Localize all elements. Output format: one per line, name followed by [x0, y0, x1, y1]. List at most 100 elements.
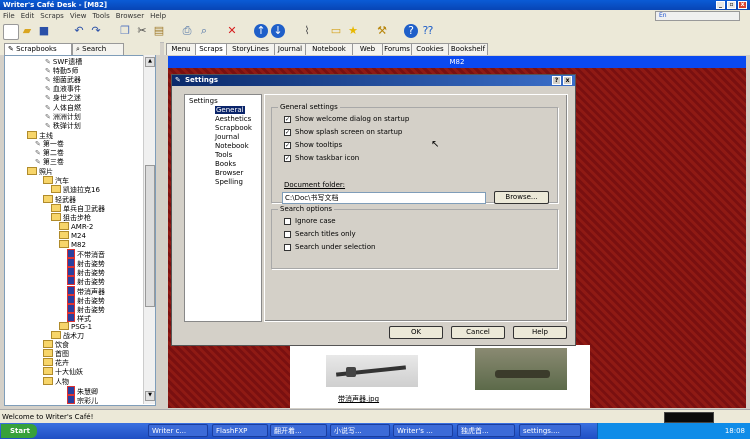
- settings-tree-item[interactable]: Settings: [189, 97, 218, 105]
- tree-item[interactable]: ✎ SWF遗槽: [45, 58, 82, 66]
- minimize-button[interactable]: _: [716, 1, 725, 9]
- copy-icon[interactable]: ❐: [118, 24, 132, 38]
- star-icon[interactable]: ★: [346, 24, 360, 38]
- arrow-down-icon[interactable]: ↓: [271, 24, 285, 38]
- tree-item[interactable]: ✎ 血液事件: [45, 85, 81, 93]
- scrapbook-tree[interactable]: ✎ SWF遗槽 ✎ 特勤5师 ✎ 细菌武器 ✎ 血液事件 ✎ 身世之迷 ✎ 人体自燃 ✎ 洲洲计划 ✎ 秩弹计…: [4, 55, 156, 406]
- redo-icon[interactable]: ↷: [89, 24, 103, 38]
- print-icon[interactable]: ⎙: [180, 24, 194, 38]
- checkbox[interactable]: ✓: [284, 155, 291, 162]
- close-button[interactable]: x: [738, 1, 747, 9]
- taskbar-task[interactable]: 独虎首...: [457, 424, 515, 437]
- settings-tree-item[interactable]: General: [215, 106, 245, 114]
- tree-item[interactable]: 狙击步枪: [51, 212, 91, 222]
- taskbar-task[interactable]: 小说写...: [330, 424, 390, 437]
- checkbox[interactable]: ✓: [284, 142, 291, 149]
- ok-button[interactable]: OK: [389, 326, 443, 339]
- tree-item[interactable]: 战术刀: [51, 331, 84, 340]
- tree-item[interactable]: 十大仙妖: [43, 367, 83, 376]
- tree-item[interactable]: 凯迪拉克16: [51, 185, 100, 194]
- settings-tree-item[interactable]: Scrapbook: [215, 124, 252, 132]
- tree-item[interactable]: PSG-1: [59, 321, 92, 331]
- tab-scraps[interactable]: Scraps: [195, 43, 227, 55]
- dialog-close-button[interactable]: x: [563, 76, 572, 85]
- open-folder-icon[interactable]: ▰: [20, 24, 34, 38]
- cut-icon[interactable]: ✂: [135, 24, 149, 38]
- taskbar-task[interactable]: Writer's ...: [393, 424, 453, 437]
- save-icon[interactable]: ■: [37, 24, 51, 38]
- tab-journal[interactable]: Journal: [274, 43, 306, 55]
- checkbox[interactable]: ✓: [284, 129, 291, 136]
- undo-icon[interactable]: ↶: [72, 24, 86, 38]
- tab-cookies[interactable]: Cookies: [411, 43, 449, 55]
- tree-item[interactable]: ✎ 秩弹计划: [45, 122, 81, 130]
- tree-item[interactable]: 轻武器: [43, 194, 76, 204]
- gallery-caption[interactable]: 带消声器.jpg: [338, 394, 379, 404]
- checkbox[interactable]: [284, 218, 291, 225]
- tree-item[interactable]: 主线: [27, 130, 53, 140]
- settings-tree-item[interactable]: Spelling: [215, 178, 243, 186]
- tab-notebook[interactable]: Notebook: [305, 43, 353, 55]
- tree-item[interactable]: 花卉: [43, 358, 69, 367]
- menu-view[interactable]: View: [67, 10, 90, 22]
- language-bar[interactable]: En: [655, 11, 740, 21]
- tree-item[interactable]: ✎ 细菌武器: [45, 76, 81, 84]
- settings-tree-item[interactable]: Browser: [215, 169, 243, 177]
- checkbox[interactable]: [284, 231, 291, 238]
- maximize-button[interactable]: ▫: [727, 1, 736, 9]
- help-icon[interactable]: ?: [404, 24, 418, 38]
- taskbar-task[interactable]: settings....: [519, 424, 581, 437]
- settings-tree-item[interactable]: Journal: [215, 133, 239, 141]
- tree-item[interactable]: 首图: [43, 349, 69, 358]
- tab-storylines[interactable]: StoryLines: [226, 43, 275, 55]
- tree-item[interactable]: ✎ 人体自燃: [45, 104, 81, 112]
- whats-this-icon[interactable]: ⁇: [421, 24, 435, 38]
- find-icon[interactable]: ⌕: [197, 24, 211, 38]
- menu-tools[interactable]: Tools: [89, 10, 112, 22]
- tree-item[interactable]: 宗彩儿: [67, 394, 98, 405]
- help-button[interactable]: Help: [513, 326, 567, 339]
- browse-button[interactable]: Browse...: [494, 191, 549, 204]
- tree-item[interactable]: 饮食: [43, 340, 69, 349]
- tree-item[interactable]: 照片: [27, 167, 53, 176]
- menu-browser[interactable]: Browser: [113, 10, 147, 22]
- tree-item[interactable]: M82: [59, 240, 86, 249]
- tree-item[interactable]: ✎ 第一卷: [35, 140, 64, 148]
- tree-scrollbar[interactable]: ▲ ▼: [143, 55, 155, 404]
- settings-tree-item[interactable]: Books: [215, 160, 236, 168]
- dialog-help-button[interactable]: ?: [552, 76, 561, 85]
- wrench-icon[interactable]: ⚒: [375, 24, 389, 38]
- start-button[interactable]: Start: [1, 424, 37, 438]
- gallery-image-rifle[interactable]: [326, 355, 418, 387]
- menu-file[interactable]: File: [0, 10, 18, 22]
- settings-tree-item[interactable]: Notebook: [215, 142, 249, 150]
- paste-icon[interactable]: ▤: [152, 24, 166, 38]
- settings-tree-item[interactable]: Tools: [215, 151, 232, 159]
- tree-item[interactable]: ✎ 第三卷: [35, 158, 64, 166]
- menu-scraps[interactable]: Scraps: [37, 10, 67, 22]
- note-icon[interactable]: ▭: [329, 24, 343, 38]
- arrow-up-icon[interactable]: ↑: [254, 24, 268, 38]
- tree-item[interactable]: AMR-2: [59, 221, 93, 231]
- gallery-image-sniper[interactable]: [475, 348, 567, 390]
- tree-item[interactable]: ✎ 洲洲计划: [45, 113, 81, 121]
- menu-help[interactable]: Help: [147, 10, 169, 22]
- checkbox[interactable]: ✓: [284, 116, 291, 123]
- tree-item[interactable]: ✎ 特勤5师: [45, 67, 78, 75]
- tab-web[interactable]: Web: [352, 43, 383, 55]
- paperclip-icon[interactable]: ⌇: [300, 24, 314, 38]
- document-folder-input[interactable]: C:\Doc\书写文档: [282, 192, 486, 204]
- tree-item[interactable]: ✎ 第二卷: [35, 149, 64, 157]
- tab-scrapbooks[interactable]: ✎ Scrapbooks: [4, 43, 72, 55]
- tree-item[interactable]: 汽车: [43, 176, 69, 185]
- tree-item[interactable]: M24: [59, 230, 86, 240]
- tab-menu[interactable]: Menu: [166, 43, 196, 55]
- tab-forums[interactable]: Forums: [382, 43, 412, 55]
- settings-tree-item[interactable]: Aesthetics: [215, 115, 251, 123]
- tab-search[interactable]: ⌕ Search: [72, 43, 124, 55]
- tree-item[interactable]: ✎ 身世之迷: [45, 94, 81, 102]
- taskbar-task[interactable]: 翻开着...: [270, 424, 327, 437]
- menu-edit[interactable]: Edit: [18, 10, 38, 22]
- checkbox[interactable]: [284, 244, 291, 251]
- tab-bookshelf[interactable]: Bookshelf: [448, 43, 488, 55]
